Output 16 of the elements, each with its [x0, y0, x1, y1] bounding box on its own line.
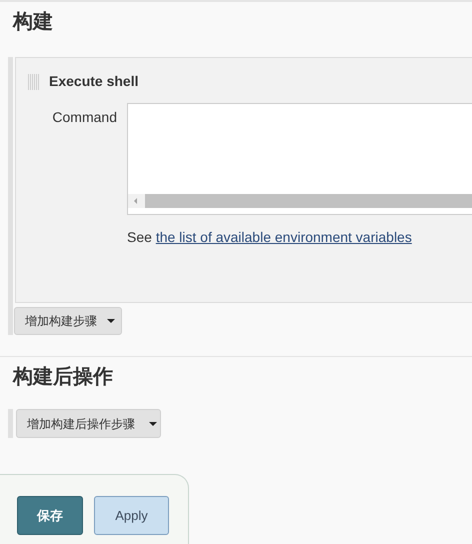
horizontal-scrollbar-thumb[interactable]: [145, 194, 472, 208]
environment-variables-link[interactable]: the list of available environment variables: [156, 229, 412, 245]
caret-icon: [107, 319, 115, 323]
add-post-build-step-button[interactable]: 增加构建后操作步骤: [16, 409, 161, 438]
apply-button[interactable]: Apply: [94, 496, 169, 535]
section-heading: 构建: [13, 10, 53, 35]
step-title: Execute shell: [49, 72, 138, 91]
command-label: Command: [51, 108, 117, 127]
command-field[interactable]: [127, 103, 472, 215]
section-heading: 构建后操作: [13, 365, 113, 390]
drag-handle-icon[interactable]: [28, 74, 39, 90]
save-button[interactable]: 保存: [17, 496, 83, 535]
caret-icon: [149, 422, 157, 426]
add-build-step-button[interactable]: 增加构建步骤: [14, 307, 122, 335]
indent-bar: [8, 409, 13, 438]
help-text: See the list of available environment variables: [127, 228, 413, 247]
